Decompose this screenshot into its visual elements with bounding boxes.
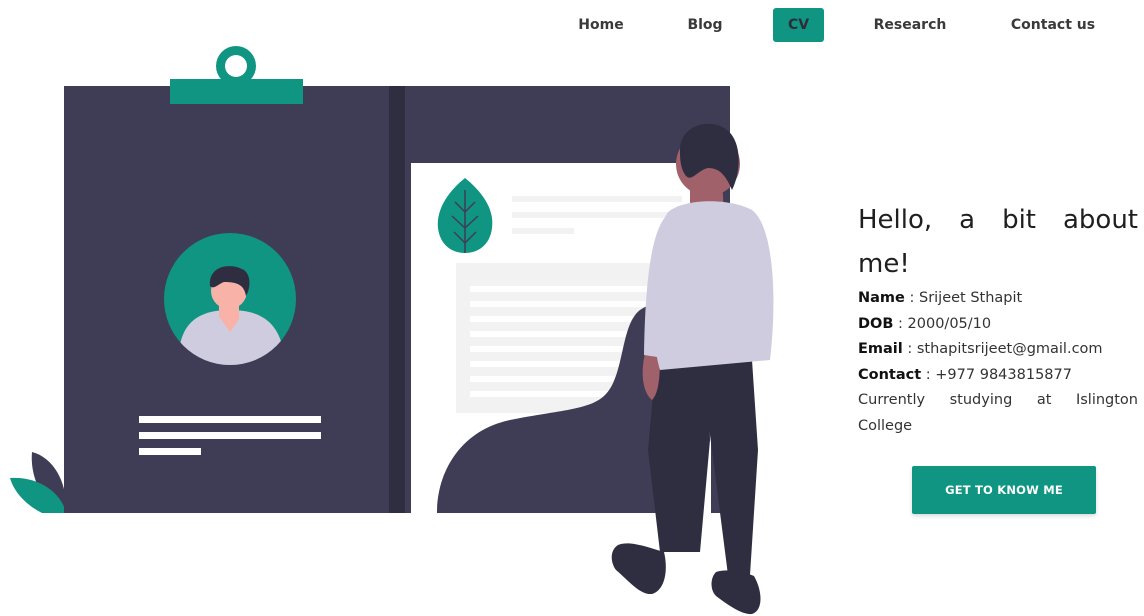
- paper-text-line: [512, 212, 682, 218]
- name-label: Name: [858, 290, 905, 306]
- email-label: Email: [858, 341, 903, 357]
- left-text-line: [139, 416, 321, 423]
- name-row: Name : Srijeet Sthapit: [858, 290, 1023, 306]
- left-text-line: [139, 448, 201, 455]
- contact-value: +977 9843815877: [935, 366, 1072, 383]
- dob-value: 2000/05/10: [907, 315, 992, 332]
- get-to-know-me-button[interactable]: GET TO KNOW ME: [912, 466, 1096, 514]
- email-value: sthapitsrijeet@gmail.com: [916, 341, 1103, 357]
- paper-text-line: [512, 196, 682, 202]
- bio-text: Currently studying at Islington College: [858, 392, 1138, 434]
- resume-illustration: [10, 46, 774, 615]
- folder-spine: [389, 86, 405, 513]
- nav-contact-us[interactable]: Contact us: [1000, 8, 1106, 42]
- about-title: Hello, a bit about me!: [858, 205, 1138, 279]
- dob-label: DOB: [858, 315, 894, 332]
- dob-row: DOB : 2000/05/10: [858, 315, 992, 332]
- paper-text-line: [512, 228, 574, 234]
- contact-label: Contact: [858, 366, 922, 383]
- clip-icon: [170, 46, 303, 104]
- name-value: Srijeet Sthapit: [918, 290, 1023, 306]
- about-section: Hello, a bit about me! Name : Srijeet St…: [858, 198, 1138, 439]
- left-text-line: [139, 432, 321, 439]
- contact-row: Contact : +977 9843815877: [858, 366, 1072, 383]
- email-row: Email : sthapitsrijeet@gmail.com: [858, 341, 1103, 357]
- nav-research[interactable]: Research: [864, 8, 956, 42]
